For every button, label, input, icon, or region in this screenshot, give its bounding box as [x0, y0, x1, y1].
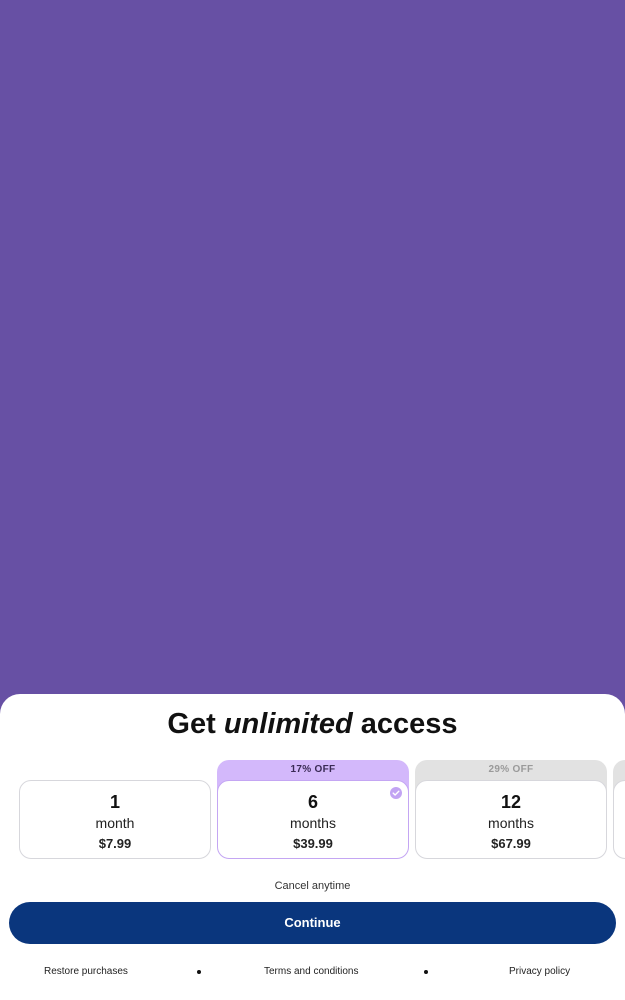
separator-dot [197, 970, 201, 974]
cancel-anytime-text: Cancel anytime [274, 880, 351, 892]
plan-card[interactable]: 1 month $7.99 [19, 780, 211, 859]
plan-option-6-months[interactable]: 17% OFF 6 months $39.99 [217, 760, 409, 859]
plan-duration-number: 1 [109, 792, 120, 812]
plan-option-1-month[interactable]: 1 month $7.99 [19, 760, 211, 859]
plan-price: $7.99 [98, 836, 132, 851]
privacy-policy-link[interactable]: Privacy policy [509, 964, 570, 980]
plan-options: 1 month $7.99 17% OFF 6 months $39.99 29… [0, 760, 625, 860]
check-circle-icon [390, 787, 402, 799]
plan-duration-number: 6 [307, 792, 318, 812]
footer-links: Restore purchases Terms and conditions P… [0, 964, 625, 980]
plan-duration-unit: month [95, 815, 135, 831]
plan-duration-unit: months [488, 815, 534, 831]
restore-purchases-link[interactable]: Restore purchases [44, 964, 128, 980]
plan-price: $39.99 [293, 836, 333, 851]
plan-card-partial[interactable] [613, 780, 625, 859]
title-prefix: Get [167, 708, 216, 740]
screen: Get unlimited access 1 month $7.99 17% O… [0, 0, 625, 1000]
paywall-title: Get unlimited access [0, 702, 625, 746]
continue-button[interactable]: Continue [9, 902, 616, 944]
plan-price: $67.99 [491, 836, 531, 851]
separator-dot [424, 970, 428, 974]
title-emphasis: unlimited [223, 708, 353, 740]
terms-link[interactable]: Terms and conditions [264, 964, 359, 980]
plan-option-offscreen[interactable] [613, 760, 625, 859]
plan-duration-unit: months [290, 815, 336, 831]
title-suffix: access [360, 708, 458, 740]
plan-card[interactable]: 6 months $39.99 [217, 780, 409, 859]
plan-card[interactable]: 12 months $67.99 [415, 780, 607, 859]
plan-duration-number: 12 [500, 792, 522, 812]
paywall-sheet: Get unlimited access 1 month $7.99 17% O… [0, 694, 625, 1000]
plan-option-12-months[interactable]: 29% OFF 12 months $67.99 [415, 760, 607, 859]
